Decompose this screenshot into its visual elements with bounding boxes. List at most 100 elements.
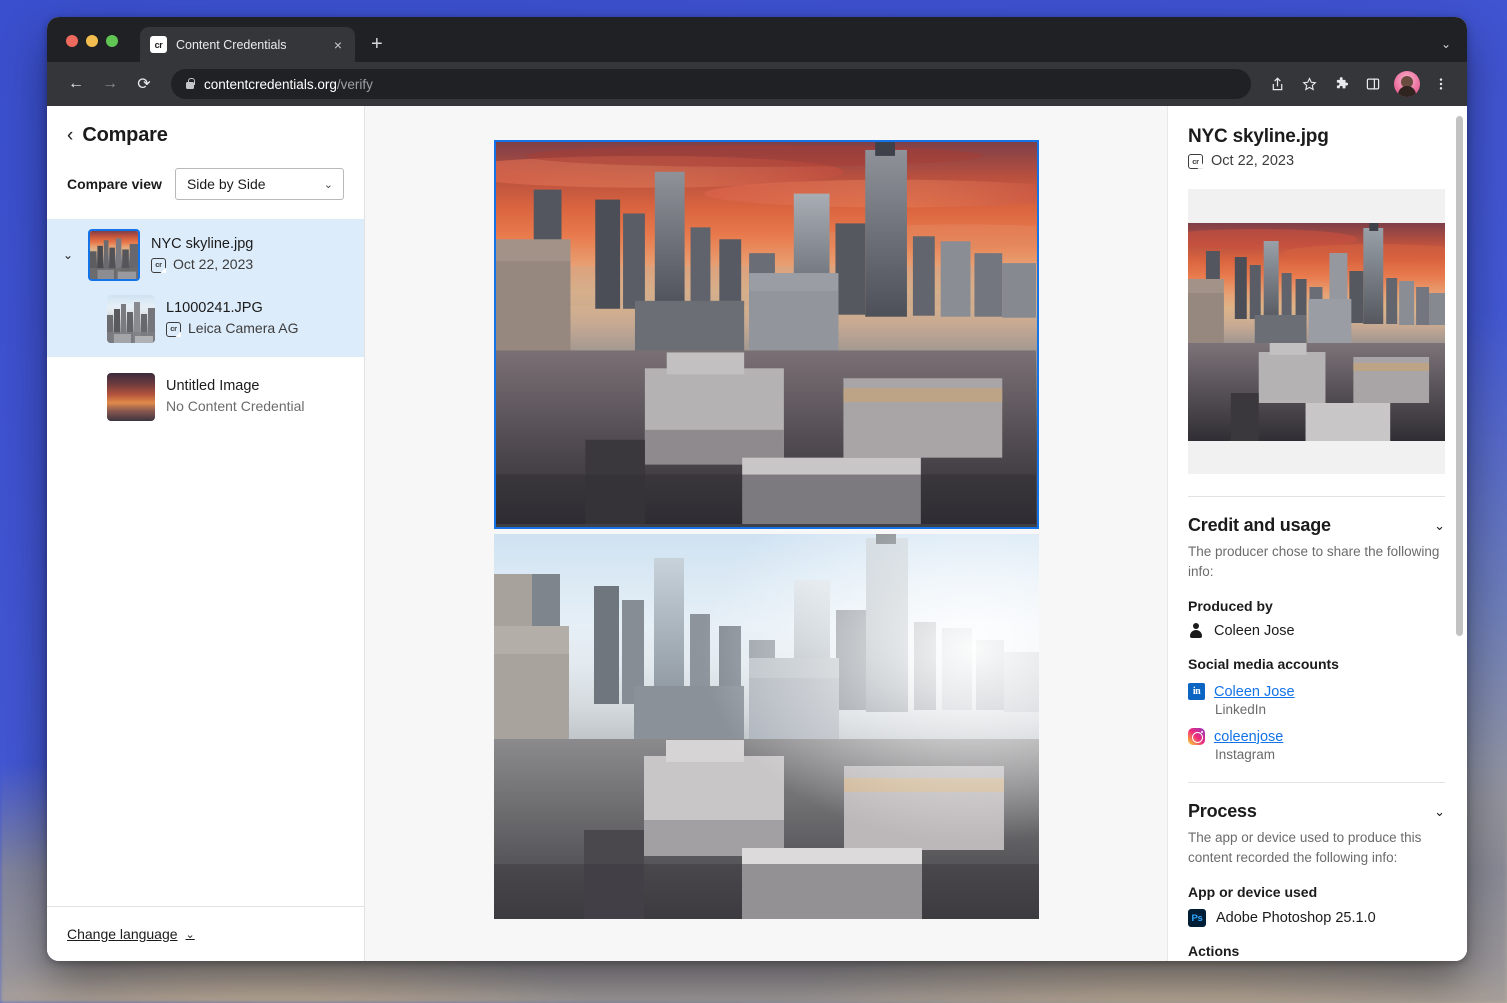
process-section-description: The app or device used to produce this c… — [1188, 828, 1445, 867]
tab-title: Content Credentials — [176, 38, 322, 52]
extensions-puzzle-icon[interactable] — [1327, 70, 1355, 98]
thumbnail-image — [107, 295, 155, 343]
minimize-window-button[interactable] — [86, 35, 98, 47]
content-credentials-icon: cr — [1188, 154, 1203, 169]
page-title: Compare — [82, 124, 167, 147]
app-or-device-value: Adobe Photoshop 25.1.0 — [1216, 910, 1376, 926]
reload-button[interactable]: ⟳ — [129, 69, 159, 99]
browser-tab[interactable]: cr Content Credentials × — [140, 27, 355, 62]
bookmark-star-icon[interactable] — [1295, 70, 1323, 98]
credit-section-title: Credit and usage — [1188, 515, 1331, 536]
address-bar[interactable]: contentcredentials.org/verify — [171, 69, 1251, 99]
toolbar-icon-group — [1263, 70, 1455, 98]
back-button[interactable]: ← — [61, 69, 91, 99]
file-meta: L1000241.JPG cr Leica Camera AG — [166, 299, 299, 339]
kebab-menu-icon[interactable] — [1427, 70, 1455, 98]
image-compare-viewer — [365, 106, 1167, 961]
no-credential-text: No Content Credential — [166, 397, 305, 417]
panel-scrollbar[interactable] — [1456, 116, 1463, 636]
file-meta: NYC skyline.jpg cr Oct 22, 2023 — [151, 235, 253, 275]
thumbnail-image — [90, 231, 138, 279]
skyline-artwork — [496, 142, 1037, 524]
photoshop-icon: Ps — [1188, 909, 1206, 927]
social-top-row: coleenjose — [1188, 728, 1445, 745]
profile-avatar[interactable] — [1394, 71, 1420, 97]
window-traffic-lights — [47, 35, 118, 62]
file-producer: Leica Camera AG — [188, 319, 299, 339]
lock-icon — [185, 78, 195, 90]
social-handle-link[interactable]: Coleen Jose — [1214, 684, 1295, 700]
file-subtitle: cr Oct 22, 2023 — [151, 255, 253, 275]
file-date: Oct 22, 2023 — [173, 255, 253, 275]
sidebar-footer: Change language ⌄ — [47, 906, 364, 961]
nyc-skyline-sunset-image — [496, 142, 1037, 527]
file-meta: Untitled Image No Content Credential — [166, 377, 305, 417]
social-handle-link[interactable]: coleenjose — [1214, 729, 1283, 745]
share-icon[interactable] — [1263, 70, 1291, 98]
forward-button[interactable]: → — [95, 69, 125, 99]
tab-search-chevron-icon[interactable]: ⌄ — [1441, 37, 1451, 51]
process-section-title: Process — [1188, 801, 1257, 822]
content-credentials-icon: cr — [151, 258, 166, 273]
person-icon — [1188, 623, 1204, 639]
social-top-row: in Coleen Jose — [1188, 683, 1445, 700]
compare-file-list: ⌄ — [47, 219, 364, 906]
instagram-icon — [1188, 728, 1205, 745]
thumbnail-l1000241[interactable] — [107, 295, 155, 343]
process-section-header[interactable]: Process ⌄ — [1188, 801, 1445, 822]
chevron-down-icon[interactable]: ⌄ — [1434, 804, 1445, 820]
compare-sidebar: ‹ Compare Compare view Side by Side ⌄ ⌄ — [47, 106, 365, 961]
chevron-down-icon: ⌄ — [186, 928, 195, 941]
credit-section-header[interactable]: Credit and usage ⌄ — [1188, 515, 1445, 536]
url-text: contentcredentials.org/verify — [204, 77, 373, 92]
thumb-skyline-art — [90, 231, 138, 279]
compare-view-control: Compare view Side by Side ⌄ — [67, 168, 344, 219]
chevron-down-icon: ⌄ — [324, 178, 333, 191]
browser-window: cr Content Credentials × + ⌄ ← → ⟳ conte… — [47, 17, 1467, 961]
compare-image-secondary[interactable] — [494, 534, 1039, 919]
page-content: ‹ Compare Compare view Side by Side ⌄ ⌄ — [47, 106, 1467, 961]
maximize-window-button[interactable] — [106, 35, 118, 47]
social-account-linkedin: in Coleen Jose LinkedIn — [1188, 683, 1445, 717]
thumb-skyline-art — [107, 295, 155, 343]
file-name: L1000241.JPG — [166, 299, 299, 319]
change-language-button[interactable]: Change language ⌄ — [67, 926, 195, 942]
actions-label-cutoff: Actions — [1188, 943, 1239, 957]
panel-cutoff-row: Actions — [1188, 943, 1445, 957]
compare-back-link[interactable]: ‹ Compare — [67, 124, 344, 147]
compare-view-select[interactable]: Side by Side ⌄ — [175, 168, 344, 200]
side-panel-icon[interactable] — [1359, 70, 1387, 98]
chevron-left-icon: ‹ — [67, 126, 73, 145]
list-item[interactable]: Untitled Image No Content Credential — [47, 357, 364, 431]
compare-image-primary[interactable] — [494, 140, 1039, 529]
produced-by-row: Coleen Jose — [1188, 623, 1445, 639]
file-subtitle: No Content Credential — [166, 397, 305, 417]
content-credentials-icon: cr — [166, 322, 181, 337]
panel-file-date: Oct 22, 2023 — [1211, 153, 1294, 169]
social-media-label: Social media accounts — [1188, 656, 1445, 672]
linkedin-icon: in — [1188, 683, 1205, 700]
credit-and-usage-section: Credit and usage ⌄ The producer chose to… — [1188, 497, 1445, 762]
social-network-label: Instagram — [1215, 747, 1445, 762]
file-subtitle: cr Leica Camera AG — [166, 319, 299, 339]
thumbnail-nyc-skyline[interactable] — [88, 229, 140, 281]
file-name: NYC skyline.jpg — [151, 235, 253, 255]
new-tab-button[interactable]: + — [371, 34, 383, 54]
chevron-down-icon[interactable]: ⌄ — [1434, 518, 1445, 534]
change-language-label: Change language — [67, 926, 178, 942]
browser-tab-strip: cr Content Credentials × + ⌄ — [47, 17, 1467, 62]
app-or-device-row: Ps Adobe Photoshop 25.1.0 — [1188, 909, 1445, 927]
expand-chevron-icon[interactable]: ⌄ — [59, 248, 77, 262]
app-or-device-label: App or device used — [1188, 884, 1445, 900]
list-item[interactable]: L1000241.JPG cr Leica Camera AG — [47, 291, 364, 357]
cr-logo-icon: cr — [150, 36, 167, 53]
close-window-button[interactable] — [66, 35, 78, 47]
social-account-instagram: coleenjose Instagram — [1188, 728, 1445, 762]
skyline-artwork — [494, 534, 1039, 919]
thumbnail-untitled-image[interactable] — [107, 373, 155, 421]
list-item[interactable]: ⌄ — [47, 219, 364, 291]
content-credentials-panel: NYC skyline.jpg cr Oct 22, 2023 — [1167, 106, 1467, 961]
file-name: Untitled Image — [166, 377, 305, 397]
close-tab-button[interactable]: × — [331, 35, 345, 55]
preview-skyline-art — [1188, 223, 1445, 441]
